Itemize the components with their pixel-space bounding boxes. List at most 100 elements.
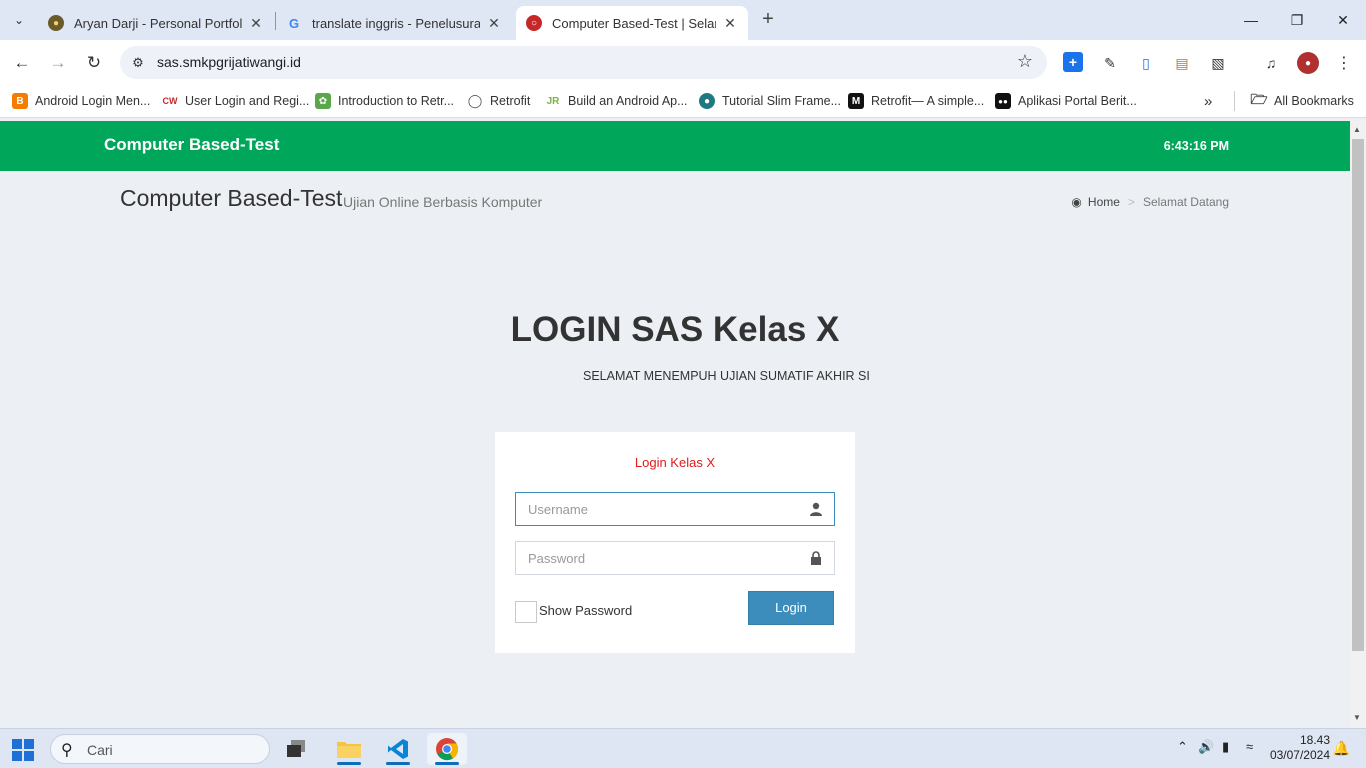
close-window-icon[interactable]: ✕ <box>1320 0 1366 40</box>
bookmark-item[interactable]: B Android Login Men... <box>12 92 150 110</box>
address-bar[interactable]: ⚙ sas.smkpgrijatiwangi.id ☆ <box>120 46 1047 79</box>
google-favicon-icon: G <box>288 15 300 31</box>
close-tab-icon[interactable]: ✕ <box>248 15 264 32</box>
show-password-checkbox[interactable] <box>515 601 537 623</box>
login-box-message: Login Kelas X <box>634 455 716 470</box>
bookmarks-divider <box>1234 91 1235 111</box>
password-field[interactable] <box>515 541 835 575</box>
tab-title: translate inggris - Penelusuran G <box>312 15 480 31</box>
active-indicator <box>386 762 410 765</box>
folder-icon: 🗁 <box>1250 91 1268 107</box>
show-password-label[interactable]: Show Password <box>539 603 632 618</box>
breadcrumb-current: Selamat Datang <box>1142 195 1229 209</box>
login-button[interactable]: Login <box>748 591 834 625</box>
username-input[interactable] <box>516 493 796 525</box>
bookmark-star-icon[interactable]: ☆ <box>1017 51 1033 72</box>
start-windows-icon[interactable] <box>12 739 34 761</box>
notification-bell-icon[interactable]: 🔔 <box>1333 740 1350 757</box>
scroll-up-arrow-icon[interactable]: ▲ <box>1353 125 1361 134</box>
breadcrumb-separator: > <box>1127 195 1135 209</box>
top-header: Computer Based-Test 6:43:16 PM <box>0 121 1350 171</box>
bookmark-item[interactable]: ●● Aplikasi Portal Berit... <box>995 92 1137 110</box>
minimize-icon[interactable]: — <box>1228 0 1274 40</box>
url-text[interactable]: sas.smkpgrijatiwangi.id <box>157 54 301 70</box>
all-bookmarks-label: All Bookmarks <box>1274 94 1354 108</box>
bookmark-label: User Login and Regi... <box>185 94 310 108</box>
taskbar-clock[interactable]: 18.43 03/07/2024 <box>1270 733 1330 763</box>
username-field[interactable] <box>515 492 835 526</box>
tab-title: Computer Based-Test | Selamat D <box>552 15 716 31</box>
extensions-puzzle-icon[interactable]: ▧ <box>1207 52 1229 74</box>
login-subheading: SELAMAT MENEMPUH UJIAN SUMATIF AKHIR SI <box>583 369 870 383</box>
bookmark-label: Retrofit— A simple... <box>871 94 985 108</box>
search-icon: ⚲ <box>61 742 73 759</box>
site-info-icon[interactable]: ⚙ <box>128 53 148 73</box>
close-tab-icon[interactable]: ✕ <box>722 15 738 32</box>
scroll-thumb[interactable] <box>1352 139 1364 651</box>
restore-icon[interactable]: ❐ <box>1274 0 1320 40</box>
close-tab-icon[interactable]: ✕ <box>486 15 502 32</box>
page-scrollbar[interactable]: ▲ ▼ <box>1350 121 1366 728</box>
taskbar-search[interactable]: ⚲ Cari <box>50 734 270 764</box>
tab-search-chevron-icon[interactable]: ⌄ <box>6 7 32 33</box>
bookmark-item[interactable]: CW User Login and Regi... <box>162 92 310 110</box>
chrome-icon[interactable] <box>427 733 467 765</box>
bookmark-item[interactable]: ◯ Retrofit <box>467 92 531 110</box>
extension-json-icon[interactable]: ▤ <box>1171 52 1193 74</box>
bookmark-item[interactable]: M Retrofit— A simple... <box>848 92 984 110</box>
breadcrumb-home[interactable]: Home <box>1088 195 1120 209</box>
tutorial-icon: ● <box>699 93 715 109</box>
more-menu-icon[interactable]: ⋮ <box>1333 52 1355 74</box>
more-bookmarks-icon[interactable]: » <box>1204 92 1212 110</box>
bookmark-item[interactable]: ✿ Introduction to Retr... <box>315 92 454 110</box>
bookmark-item[interactable]: ● Tutorial Slim Frame... <box>699 92 841 110</box>
globe-icon: ◯ <box>467 93 483 108</box>
wifi-icon[interactable]: ≈ <box>1246 739 1253 754</box>
profile-avatar-icon[interactable]: ● <box>1297 52 1319 74</box>
bookmark-label: Build an Android Ap... <box>568 94 688 108</box>
bookmark-label: Introduction to Retr... <box>338 94 455 108</box>
codewithchris-icon: CW <box>162 96 178 106</box>
eyedropper-icon[interactable]: ✎ <box>1099 52 1121 74</box>
site-favicon-icon: ○ <box>526 15 542 31</box>
bookmark-label: Retrofit <box>490 94 531 108</box>
jr-icon: JR <box>546 95 560 107</box>
file-explorer-icon[interactable] <box>329 733 369 765</box>
forward-icon[interactable]: → <box>45 50 71 76</box>
tab-computer-based-test[interactable]: ○ Computer Based-Test | Selamat D ✕ <box>516 6 748 40</box>
portal-icon: ●● <box>995 93 1011 109</box>
portfolio-favicon-icon: ● <box>48 15 64 31</box>
search-placeholder: Cari <box>87 742 113 758</box>
reload-icon[interactable]: ↻ <box>81 50 107 76</box>
volume-icon[interactable]: 🔊 <box>1198 739 1214 755</box>
battery-icon[interactable]: ▮ <box>1222 739 1229 755</box>
page-content: Computer Based-Test 6:43:16 PM Computer … <box>0 121 1350 728</box>
windows-taskbar: ⚲ Cari ⌃ 🔊 ▮ ≈ 18.43 03/07/2024 🔔 <box>0 728 1366 768</box>
bookmark-label: Android Login Men... <box>35 94 151 108</box>
vscode-icon[interactable] <box>378 733 418 765</box>
page-subtitle: Ujian Online Berbasis Komputer <box>343 194 543 210</box>
extension-plus-icon[interactable]: + <box>1063 52 1083 72</box>
tab-portfolio[interactable]: ● Aryan Darji - Personal Portfolio ✕ <box>38 6 274 40</box>
password-input[interactable] <box>516 542 796 574</box>
bookmark-item[interactable]: JR Build an Android Ap... <box>545 92 688 110</box>
tab-google-search[interactable]: G translate inggris - Penelusuran G ✕ <box>276 6 512 40</box>
new-tab-button[interactable]: + <box>756 8 780 32</box>
extension-doc-icon[interactable]: ▯ <box>1135 52 1157 74</box>
media-control-icon[interactable]: ♫ <box>1260 52 1282 74</box>
lock-icon <box>808 550 824 566</box>
taskbar-time: 18.43 <box>1299 733 1330 747</box>
scroll-down-arrow-icon[interactable]: ▼ <box>1353 713 1361 722</box>
all-bookmarks-button[interactable]: 🗁 All Bookmarks <box>1250 91 1354 110</box>
back-icon[interactable]: ← <box>9 50 35 76</box>
task-view-icon[interactable] <box>276 733 316 765</box>
leaf-icon: ✿ <box>315 93 331 109</box>
brand-title[interactable]: Computer Based-Test <box>104 135 279 155</box>
show-hidden-icons-icon[interactable]: ⌃ <box>1177 739 1188 755</box>
browser-toolbar: ← → ↻ ⚙ sas.smkpgrijatiwangi.id ☆ + ✎ ▯ … <box>0 40 1366 85</box>
bookmark-label: Tutorial Slim Frame... <box>722 94 842 108</box>
page-title: Computer Based-Test <box>120 185 343 211</box>
header-clock: 6:43:16 PM <box>1163 139 1229 153</box>
breadcrumb: ◉ Home > Selamat Datang <box>1071 195 1229 209</box>
taskbar-date: 03/07/2024 <box>1269 748 1330 762</box>
